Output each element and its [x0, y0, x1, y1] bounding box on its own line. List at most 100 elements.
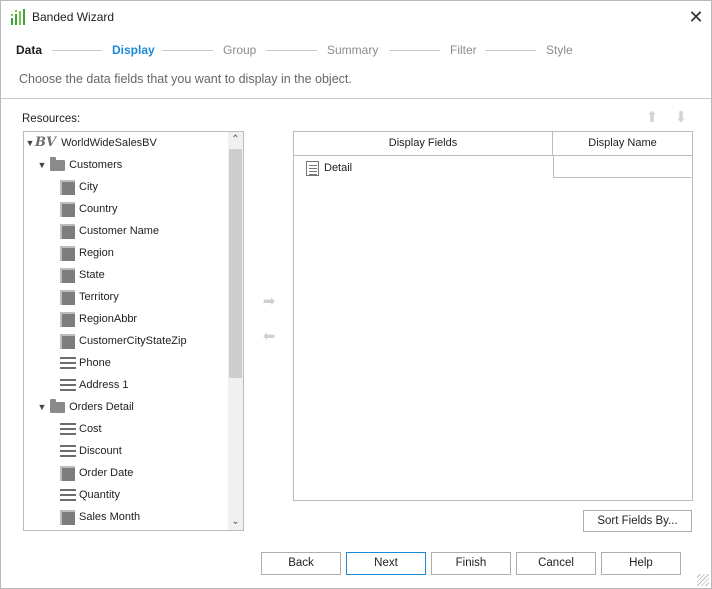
detail-field-icon [60, 444, 76, 458]
resources-tree[interactable]: ▼BV WorldWideSalesBV ▼ Customers City Cou… [23, 131, 244, 531]
scrollbar-thumb[interactable] [229, 149, 242, 378]
step-display[interactable]: Display [112, 43, 155, 57]
header-divider [1, 98, 711, 99]
dimension-field-icon [60, 465, 75, 481]
tree-node-field[interactable]: Sales Month [60, 506, 140, 528]
help-button[interactable]: Help [601, 552, 681, 575]
tree-node-label: RegionAbbr [79, 313, 138, 325]
tree-node-field[interactable]: City [60, 176, 98, 198]
column-header-display-fields[interactable]: Display Fields [294, 132, 553, 156]
dimension-field-icon [60, 311, 75, 327]
detail-field-icon [60, 488, 76, 502]
tree-node-field[interactable]: Customer Name [60, 220, 159, 242]
display-field-label: Detail [324, 162, 353, 174]
tree-node-business-view[interactable]: ▼BV WorldWideSalesBV [25, 132, 157, 154]
tree-node-label: State [79, 269, 105, 281]
tree-node-label: City [79, 181, 98, 193]
scroll-up-icon[interactable]: ⌃ [228, 132, 243, 148]
title-bar: Banded Wizard ✕ [1, 1, 711, 33]
arrow-right-icon[interactable]: ➡ [260, 294, 278, 310]
chevron-down-icon[interactable]: ▼ [37, 154, 47, 176]
finish-button[interactable]: Finish [431, 552, 511, 575]
tree-node-field[interactable]: State [60, 264, 105, 286]
tree-scrollbar[interactable]: ⌃ ⌄ [228, 132, 243, 530]
tree-node-field[interactable]: Order Date [60, 462, 133, 484]
tree-node-label: Region [79, 247, 114, 259]
tree-node-field[interactable]: Phone [60, 352, 111, 374]
resize-grip[interactable] [697, 574, 709, 586]
arrow-up-icon[interactable]: ⬆ [644, 109, 660, 127]
tree-node-field[interactable]: Quantity [60, 484, 120, 506]
dimension-field-icon [60, 509, 75, 525]
display-name-cell[interactable] [553, 156, 691, 178]
folder-icon [50, 156, 66, 171]
step-connector [266, 50, 317, 51]
dimension-field-icon [60, 267, 75, 283]
detail-field-icon [60, 378, 76, 392]
dimension-field-icon [60, 201, 75, 217]
dimension-field-icon [60, 223, 75, 239]
column-header-display-name[interactable]: Display Name [553, 132, 692, 156]
tree-node-field[interactable]: Discount [60, 440, 122, 462]
tree-node-label: Customers [69, 159, 123, 171]
step-group[interactable]: Group [223, 43, 256, 57]
window-title: Banded Wizard [32, 10, 115, 24]
tree-node-field[interactable]: Country [60, 198, 118, 220]
step-connector [389, 50, 440, 51]
tree-node-field[interactable]: CustomerCityStateZip [60, 330, 187, 352]
next-button[interactable]: Next [346, 552, 426, 575]
tree-node-label: Discount [79, 445, 122, 457]
display-fields-table[interactable]: Display Fields Display Name Detail [293, 131, 693, 501]
tree-node-label: Territory [79, 291, 119, 303]
dimension-field-icon [60, 245, 75, 261]
close-icon[interactable]: ✕ [685, 7, 707, 27]
dimension-field-icon [60, 333, 75, 349]
step-connector [52, 50, 102, 51]
arrow-left-icon[interactable]: ⬅ [260, 329, 278, 345]
tree-node-folder[interactable]: ▼ Orders Detail [37, 396, 134, 418]
cancel-button[interactable]: Cancel [516, 552, 596, 575]
step-data[interactable]: Data [16, 43, 42, 57]
business-view-icon: BV [35, 135, 57, 151]
tree-node-field[interactable]: Cost [60, 418, 102, 440]
arrow-down-icon[interactable]: ⬇ [673, 109, 689, 127]
scroll-down-icon[interactable]: ⌄ [228, 514, 243, 530]
sort-fields-button[interactable]: Sort Fields By... [583, 510, 692, 532]
tree-node-label: Quantity [79, 489, 120, 501]
table-row[interactable]: Detail [306, 157, 352, 179]
tree-node-label: Address 1 [79, 379, 129, 391]
step-connector [162, 50, 213, 51]
tree-node-label: Cost [79, 423, 102, 435]
tree-node-field[interactable]: Region [60, 242, 114, 264]
step-connector [485, 50, 536, 51]
tree-node-label: Phone [79, 357, 111, 369]
tree-node-field[interactable]: RegionAbbr [60, 308, 137, 330]
detail-field-icon [60, 422, 76, 436]
bar-chart-icon [11, 9, 25, 25]
detail-field-icon [60, 356, 76, 370]
tree-node-field[interactable]: Address 1 [60, 374, 129, 396]
tree-node-label: Country [79, 203, 118, 215]
tree-node-field[interactable]: Territory [60, 286, 119, 308]
chevron-down-icon[interactable]: ▼ [37, 396, 47, 418]
chevron-down-icon[interactable]: ▼ [25, 132, 35, 154]
resources-label: Resources: [22, 113, 81, 125]
step-summary[interactable]: Summary [327, 43, 378, 57]
tree-node-label: CustomerCityStateZip [79, 335, 187, 347]
banded-wizard-dialog: Banded Wizard ✕ Data Display Group Summa… [0, 0, 712, 589]
tree-node-label: Orders Detail [69, 401, 134, 413]
tree-node-label: Customer Name [79, 225, 160, 237]
step-style[interactable]: Style [546, 43, 573, 57]
instruction-text: Choose the data fields that you want to … [19, 72, 352, 86]
tree-node-label: Order Date [79, 467, 134, 479]
tree-node-label: Sales Month [79, 511, 141, 523]
wizard-steps: Data Display Group Summary Filter Style [16, 43, 696, 59]
tree-node-label: WorldWideSalesBV [61, 137, 157, 149]
folder-icon [50, 398, 66, 413]
step-filter[interactable]: Filter [450, 43, 477, 57]
dimension-field-icon [60, 179, 75, 195]
tree-node-folder[interactable]: ▼ Customers [37, 154, 122, 176]
dimension-field-icon [60, 289, 75, 305]
back-button[interactable]: Back [261, 552, 341, 575]
detail-table-icon [306, 160, 319, 176]
